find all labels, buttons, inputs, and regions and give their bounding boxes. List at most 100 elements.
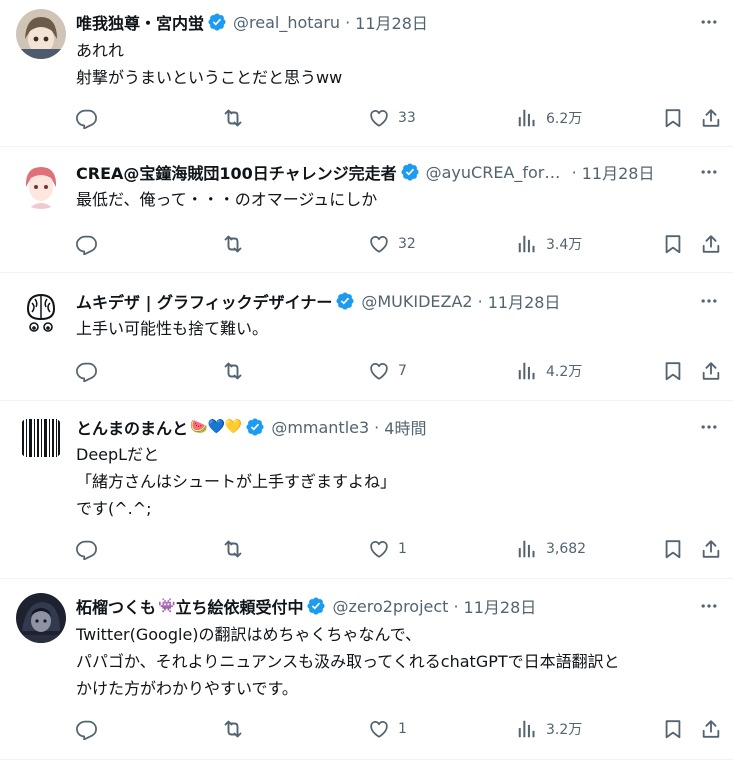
tweet-line: パパゴか、それよりニュアンスも汲み取ってくれるchatGPTで日本語翻訳と — [76, 652, 620, 671]
share-icon — [700, 538, 722, 560]
view-count: 4.2万 — [546, 364, 583, 380]
more-icon[interactable] — [697, 10, 721, 34]
reply-button[interactable] — [76, 106, 98, 130]
timestamp[interactable]: 4時間 — [384, 415, 426, 439]
retweet-icon — [221, 232, 245, 256]
reply-button[interactable] — [76, 537, 98, 561]
avatar[interactable] — [16, 287, 66, 337]
name-emoji: 🍉💙💛 — [190, 419, 243, 435]
like-count: 1 — [398, 541, 407, 557]
reply-button[interactable] — [76, 232, 98, 256]
display-name-suffix[interactable]: 立ち絵依頼受付中 — [175, 594, 303, 618]
reply-button[interactable] — [76, 717, 98, 741]
user-handle[interactable]: @ayuCREA_for_VTuber — [426, 163, 567, 182]
more-icon[interactable] — [697, 594, 721, 618]
more-icon[interactable] — [697, 415, 721, 439]
view-count: 3.4万 — [546, 237, 583, 253]
like-button[interactable]: 1 — [368, 717, 407, 741]
retweet-button[interactable] — [221, 232, 245, 256]
views-icon — [516, 107, 538, 129]
views-icon — [516, 538, 538, 560]
avatar[interactable] — [16, 159, 66, 209]
tweet[interactable]: とんまのまんと 🍉💙💛 @mmantle3 · 4時間 DeepLだと 「緒方さ… — [0, 401, 733, 579]
bookmark-icon — [662, 233, 684, 255]
avatar[interactable] — [16, 413, 66, 463]
more-icon[interactable] — [697, 289, 721, 313]
like-count: 32 — [398, 236, 416, 252]
user-handle[interactable]: @real_hotaru — [233, 13, 340, 32]
name-emoji: 👾 — [158, 598, 176, 614]
share-button[interactable] — [700, 106, 722, 130]
like-button[interactable]: 33 — [368, 106, 416, 130]
bookmark-icon — [662, 718, 684, 740]
view-count: 6.2万 — [546, 111, 583, 127]
reply-icon — [76, 233, 98, 255]
user-handle[interactable]: @MUKIDEZA2 — [361, 292, 472, 311]
display-name[interactable]: ムキデザ | グラフィックデザイナー — [76, 289, 332, 313]
verified-badge-icon — [400, 162, 420, 182]
timestamp[interactable]: 11月28日 — [355, 10, 428, 34]
like-button[interactable]: 7 — [368, 359, 407, 383]
verified-badge-icon — [245, 417, 265, 437]
timestamp[interactable]: 11月28日 — [464, 594, 537, 618]
tweet-line: です(^.^; — [76, 499, 152, 518]
heart-icon — [368, 233, 390, 255]
tweet-header: CREA@宝鐘海賊団100日チャレンジ完走者 @ayuCREA_for_VTub… — [76, 160, 683, 184]
action-bar: 7 4.2万 — [76, 359, 721, 383]
tweet-header: ムキデザ | グラフィックデザイナー @MUKIDEZA2 · 11月28日 — [76, 289, 683, 313]
bookmark-button[interactable] — [662, 106, 684, 130]
share-button[interactable] — [700, 232, 722, 256]
like-button[interactable]: 1 — [368, 537, 407, 561]
separator-dot: · — [477, 291, 483, 311]
tweet[interactable]: 柘榴つくも 👾 立ち絵依頼受付中 @zero2project · 11月28日 … — [0, 579, 733, 760]
action-bar: 32 3.4万 — [76, 232, 721, 256]
heart-icon — [368, 538, 390, 560]
tweet[interactable]: ムキデザ | グラフィックデザイナー @MUKIDEZA2 · 11月28日 上… — [0, 273, 733, 401]
like-button[interactable]: 32 — [368, 232, 416, 256]
tweet-line: 「緒方さんはシュートが上手すぎますよね」 — [76, 472, 397, 491]
share-button[interactable] — [700, 359, 722, 383]
reply-icon — [76, 107, 98, 129]
tweet-line: かけた方がわかりやすいです。 — [76, 679, 298, 698]
share-button[interactable] — [700, 537, 722, 561]
display-name[interactable]: CREA@宝鐘海賊団100日チャレンジ完走者 — [76, 160, 397, 184]
views-button[interactable]: 3.2万 — [516, 717, 582, 741]
bookmark-button[interactable] — [662, 537, 684, 561]
user-handle[interactable]: @mmantle3 — [271, 418, 369, 437]
bookmark-button[interactable] — [662, 232, 684, 256]
retweet-icon — [221, 359, 245, 383]
avatar[interactable] — [16, 593, 66, 643]
more-icon[interactable] — [697, 160, 721, 184]
retweet-button[interactable] — [221, 106, 245, 130]
tweet-line: Twitter(Google)の翻訳はめちゃくちゃなんで、 — [76, 625, 422, 644]
user-handle[interactable]: @zero2project — [332, 597, 448, 616]
bookmark-button[interactable] — [662, 717, 684, 741]
timestamp[interactable]: 11月28日 — [582, 160, 655, 184]
tweet-text: Twitter(Google)の翻訳はめちゃくちゃなんで、 パパゴか、それよりニ… — [76, 621, 713, 702]
avatar[interactable] — [16, 9, 66, 59]
timestamp[interactable]: 11月28日 — [488, 289, 561, 313]
tweet-header: 柘榴つくも 👾 立ち絵依頼受付中 @zero2project · 11月28日 — [76, 594, 683, 618]
reply-button[interactable] — [76, 359, 98, 383]
share-button[interactable] — [700, 717, 722, 741]
display-name[interactable]: 柘榴つくも — [76, 594, 156, 618]
views-button[interactable]: 3,682 — [516, 537, 586, 561]
reply-icon — [76, 718, 98, 740]
display-name[interactable]: 唯我独尊・宮内蛍 — [76, 10, 204, 34]
retweet-button[interactable] — [221, 717, 245, 741]
share-icon — [700, 107, 722, 129]
share-icon — [700, 233, 722, 255]
tweet-text: あれれ 射撃がうまいということだと思うww — [76, 37, 713, 91]
retweet-button[interactable] — [221, 359, 245, 383]
views-button[interactable]: 4.2万 — [516, 359, 582, 383]
tweet[interactable]: 唯我独尊・宮内蛍 @real_hotaru · 11月28日 あれれ 射撃がうま… — [0, 0, 733, 147]
heart-icon — [368, 360, 390, 382]
views-button[interactable]: 6.2万 — [516, 106, 582, 130]
views-button[interactable]: 3.4万 — [516, 232, 582, 256]
tweet[interactable]: CREA@宝鐘海賊団100日チャレンジ完走者 @ayuCREA_for_VTub… — [0, 147, 733, 273]
bookmark-button[interactable] — [662, 359, 684, 383]
verified-badge-icon — [335, 291, 355, 311]
separator-dot: · — [374, 417, 380, 437]
retweet-button[interactable] — [221, 537, 245, 561]
display-name[interactable]: とんまのまんと — [76, 415, 188, 439]
